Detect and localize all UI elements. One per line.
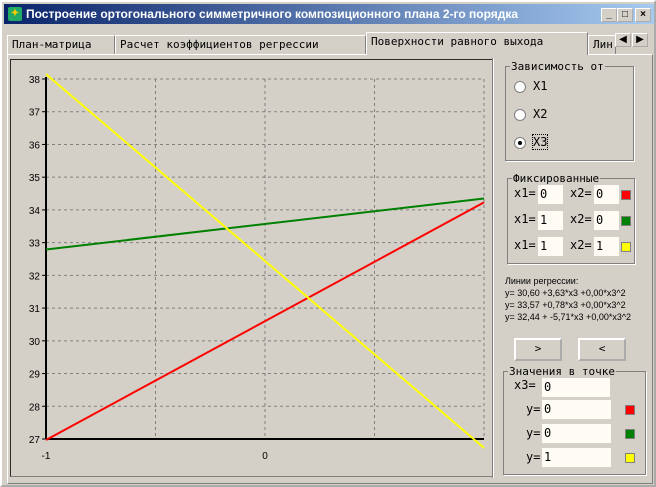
tab-plan-matrix[interactable]: План-матрица [7,35,115,55]
fixed-x2-input[interactable]: 1 [594,237,619,256]
point-y-label: y= [526,426,541,440]
divider [492,58,494,478]
main-window: ✦ Построение ортогонального симметричного… [0,0,656,487]
fixed-x2-label: x2= [570,212,592,226]
radio-x3-label: X3 [531,134,549,150]
point-y-input[interactable]: 1 [542,448,611,467]
fixed-x1-input[interactable]: 0 [538,185,563,204]
radio-x1-label: X1 [533,79,548,93]
series-color-swatch [621,242,631,252]
series-color-swatch [625,405,635,415]
radio-x2[interactable] [514,109,526,121]
fixed-x2-label: x2= [570,186,592,200]
tab-regression-coefficients[interactable]: Расчет коэффициентов регрессии [115,35,366,55]
series-color-swatch [621,216,631,226]
point-y-label: y= [526,450,541,464]
radio-x3[interactable] [514,137,526,149]
regression-title: Линии регрессии: [505,276,579,286]
app-icon: ✦ [8,7,22,21]
window-title: Построение ортогонального симметричного … [26,7,519,21]
minimize-button[interactable]: _ [601,8,617,22]
fixed-x1-input[interactable]: 1 [538,211,563,230]
point-y-input[interactable]: 0 [542,424,611,443]
tab-equal-output-surfaces[interactable]: Поверхности равного выхода [366,32,588,55]
fixed-x2-label: x2= [570,238,592,252]
title-bar: ✦ Построение ортогонального симметричного… [4,4,654,24]
point-y-input[interactable]: 0 [542,400,611,419]
regression-line-1: y= 30,60 +3,63*x3 +0,00*x3^2 [505,288,626,298]
tab-scroll-left[interactable]: ◀ [615,33,631,47]
fixed-x1-label: x1= [514,212,536,226]
series-color-swatch [625,429,635,439]
maximize-button[interactable]: □ [617,8,633,22]
fixed-x2-input[interactable]: 0 [594,211,619,230]
regression-line-2: y= 33,57 +0,78*x3 +0,00*x3^2 [505,300,626,310]
fixed-title: Фиксированные [513,172,600,185]
y-tick-label: 29 [29,370,41,381]
radio-x2-label: X2 [533,107,548,121]
tab-scroll-right[interactable]: ▶ [632,33,648,47]
point-title: Значения в точке [509,365,615,378]
regression-line-3: y= 32,44 + -5,71*x3 +0,00*x3^2 [505,312,632,322]
point-y-label: y= [526,402,541,416]
fixed-x1-label: x1= [514,238,536,252]
series-color-swatch [621,190,631,200]
y-tick-label: 37 [29,108,41,119]
x-tick-label: -1 [42,451,51,462]
x3-input[interactable]: 0 [542,378,610,397]
x-tick-label: 0 [262,451,268,462]
prev-button[interactable]: < [578,338,626,361]
regression-chart: 27 28 29 30 31 32 33 34 35 36 37 38 -1 0 [29,73,485,462]
y-tick-label: 30 [29,337,41,348]
y-tick-label: 36 [29,140,41,151]
y-tick-label: 31 [29,304,41,315]
y-tick-label: 38 [29,75,41,86]
y-tick-label: 34 [29,206,41,217]
fixed-x1-input[interactable]: 1 [538,237,563,256]
radio-x1[interactable] [514,81,526,93]
series-color-swatch [625,453,635,463]
y-tick-label: 28 [29,402,41,413]
fixed-x1-label: x1= [514,186,536,200]
dependency-title: Зависимость от [511,60,604,73]
y-tick-label: 27 [29,435,41,446]
tab-lines[interactable]: Лин [588,35,616,55]
y-tick-label: 32 [29,271,41,282]
chart-frame: 27 28 29 30 31 32 33 34 35 36 37 38 -1 0 [10,59,493,477]
y-tick-label: 35 [29,173,41,184]
fixed-x2-input[interactable]: 0 [594,185,619,204]
next-button[interactable]: > [514,338,562,361]
x3-label: x3= [514,378,536,392]
y-tick-label: 33 [29,239,41,250]
close-button[interactable]: × [635,8,651,22]
